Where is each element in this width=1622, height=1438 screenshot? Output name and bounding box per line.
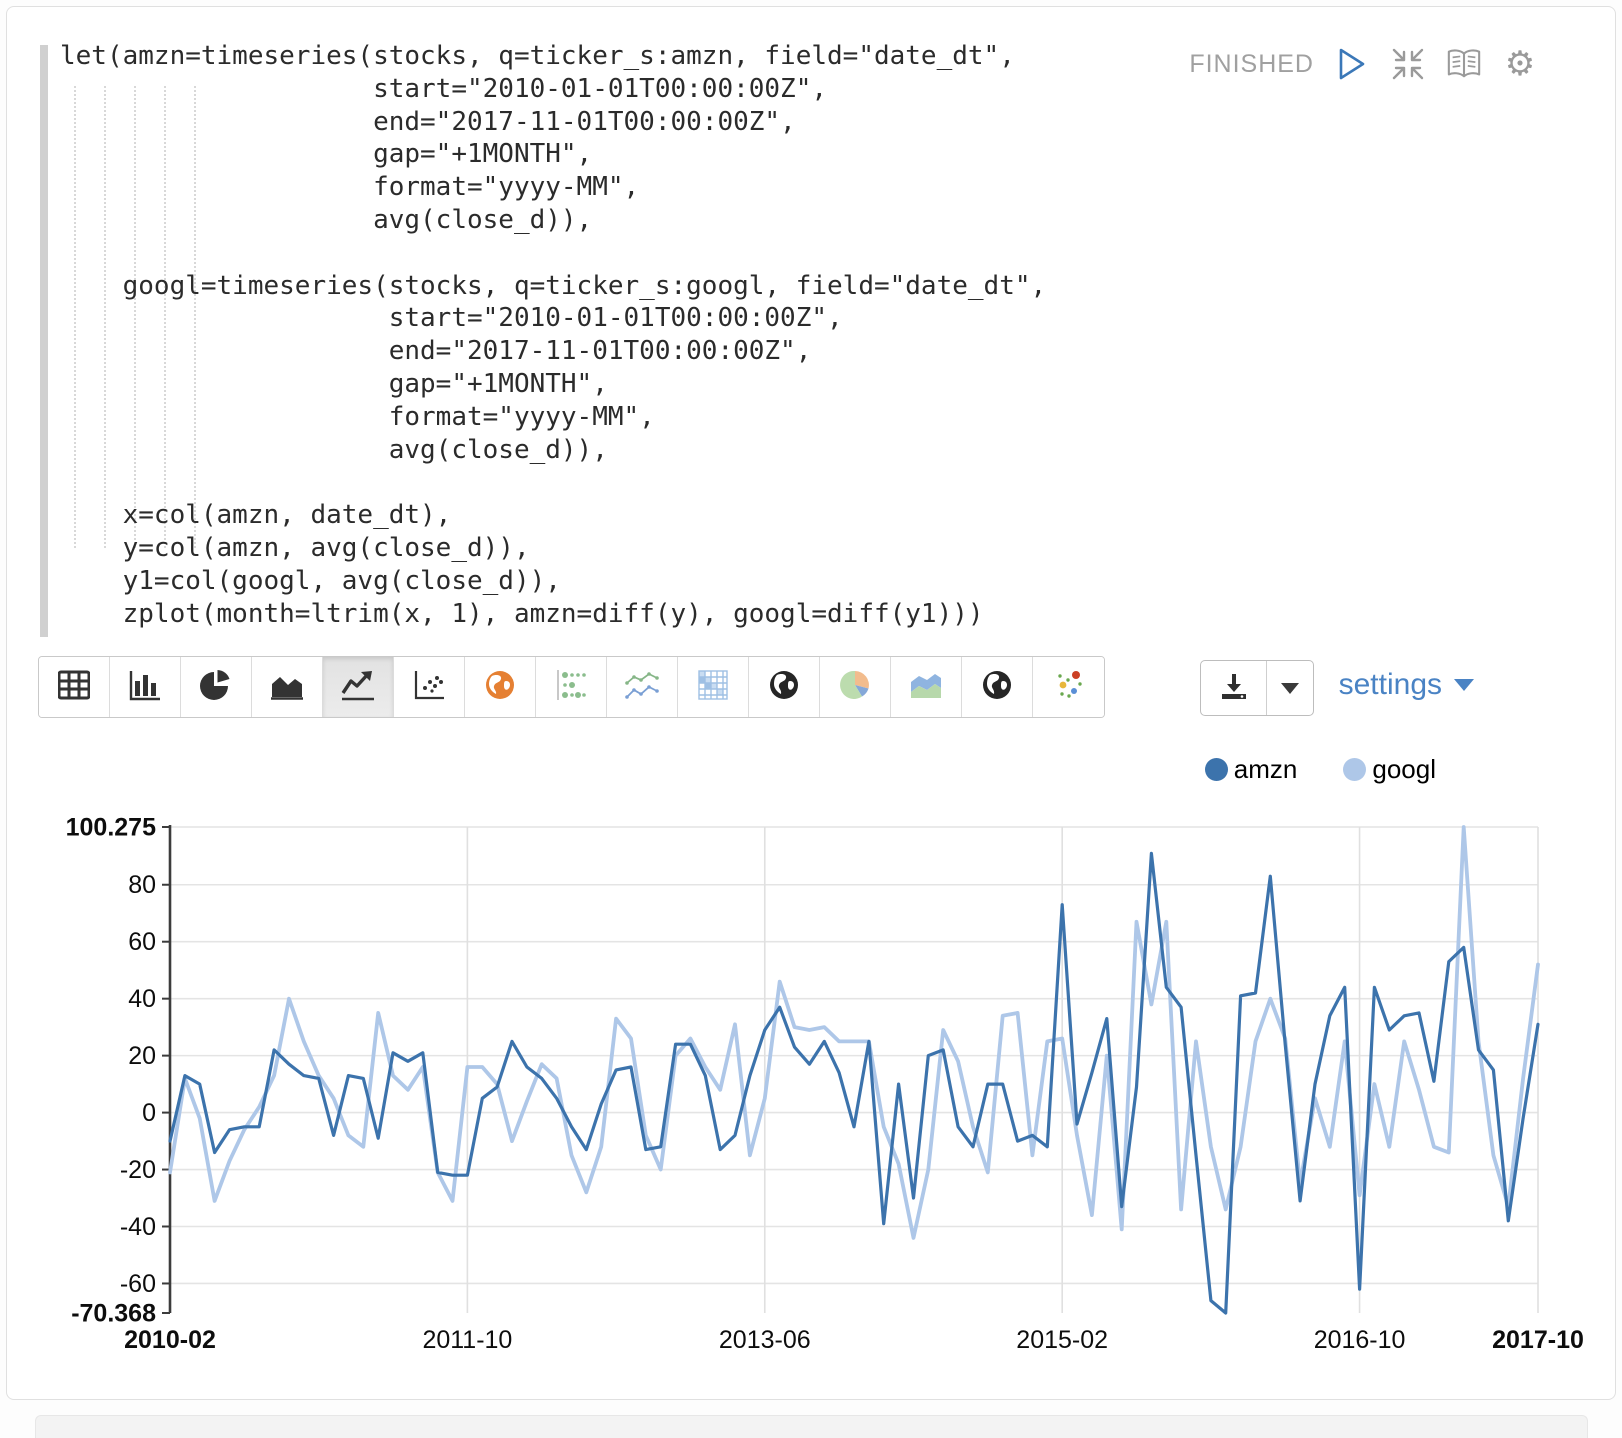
status-badge: FINISHED	[1189, 50, 1314, 79]
series-googl[interactable]	[170, 827, 1538, 1238]
download-group	[1200, 660, 1314, 716]
scatter-chart-icon	[413, 669, 445, 706]
scatter-chart-button[interactable]	[394, 657, 465, 717]
next-paragraph-edge[interactable]	[35, 1415, 1588, 1438]
book-icon[interactable]	[1446, 46, 1482, 82]
run-button[interactable]	[1334, 46, 1370, 82]
legend-item-amzn[interactable]: amzn	[1205, 754, 1298, 785]
pie-color-button[interactable]	[820, 657, 891, 717]
pie-chart-icon	[200, 669, 232, 706]
globe-dark-icon	[981, 669, 1013, 706]
y-tick-label: 80	[128, 871, 156, 899]
code-line: start="2010-01-01T00:00:00Z",	[60, 73, 1046, 106]
code-line: googl=timeseries(stocks, q=ticker_s:goog…	[60, 270, 1046, 303]
globe-dark-icon	[768, 669, 800, 706]
line-chart-icon	[341, 669, 375, 706]
y-tick-label: -60	[120, 1270, 156, 1298]
pie-chart-button[interactable]	[181, 657, 252, 717]
legend-item-googl[interactable]: googl	[1343, 754, 1436, 785]
globe-orange-icon	[484, 669, 516, 706]
bubble-scatter-icon	[1052, 668, 1086, 707]
x-tick-label: 2015-02	[1016, 1326, 1108, 1354]
multi-line-icon	[624, 669, 660, 706]
code-line: end="2017-11-01T00:00:00Z",	[60, 335, 1046, 368]
chevron-down-icon	[1281, 683, 1299, 694]
line-chart: 100.275 80 60 40 20 0 -20 -40 -60-70.3682010-02 2…	[0, 735, 1622, 1365]
globe-dark-1-button[interactable]	[749, 657, 820, 717]
download-button[interactable]	[1201, 661, 1267, 715]
code-line: avg(close_d)),	[60, 434, 1046, 467]
heatmap-icon	[697, 669, 729, 706]
y-tick-label: 0	[142, 1099, 156, 1127]
y-tick-label: 40	[128, 985, 156, 1013]
x-tick-label: 2017-10	[1492, 1326, 1584, 1354]
series-amzn[interactable]	[170, 853, 1538, 1313]
code-line: let(amzn=timeseries(stocks, q=ticker_s:a…	[60, 40, 1046, 73]
code-line: gap="+1MONTH",	[60, 138, 1046, 171]
download-icon	[1219, 671, 1249, 706]
code-line: format="yyyy-MM",	[60, 171, 1046, 204]
code-line: y=col(amzn, avg(close_d)),	[60, 532, 1046, 565]
table-button[interactable]	[39, 657, 110, 717]
legend-label: googl	[1372, 754, 1436, 785]
settings-button[interactable]: settings	[1339, 668, 1474, 702]
code-line: zplot(month=ltrim(x, 1), amzn=diff(y), g…	[60, 598, 1046, 631]
chart-type-toolbar	[38, 656, 1105, 718]
bar-chart-button[interactable]	[110, 657, 181, 717]
area-chart-icon	[270, 670, 304, 705]
y-tick-label: -70.368	[71, 1300, 156, 1328]
globe-dark-2-button[interactable]	[962, 657, 1033, 717]
line-chart-button[interactable]	[323, 657, 394, 717]
y-tick-label: 100.275	[66, 814, 156, 842]
stacked-area-button[interactable]	[891, 657, 962, 717]
bubble-scatter-button[interactable]	[1033, 657, 1104, 717]
x-tick-label: 2011-10	[422, 1326, 512, 1354]
dot-matrix-icon	[554, 669, 588, 706]
legend-label: amzn	[1234, 754, 1298, 785]
pie-color-icon	[838, 668, 872, 707]
chevron-down-icon	[1454, 679, 1474, 691]
table-icon	[58, 670, 90, 705]
code-line: avg(close_d)),	[60, 204, 1046, 237]
area-chart-button[interactable]	[252, 657, 323, 717]
bar-chart-icon	[129, 669, 161, 706]
x-tick-label: 2010-02	[124, 1326, 216, 1354]
editor-gutter	[40, 45, 48, 637]
x-tick-label: 2013-06	[719, 1326, 811, 1354]
code-line: end="2017-11-01T00:00:00Z",	[60, 106, 1046, 139]
code-line: format="yyyy-MM",	[60, 401, 1046, 434]
paragraph-controls: FINISHED ⚙	[1189, 46, 1538, 82]
chart-legend: amzn googl	[1205, 754, 1436, 785]
y-tick-label: 20	[128, 1042, 156, 1070]
gear-icon[interactable]: ⚙	[1502, 46, 1538, 82]
code-line: gap="+1MONTH",	[60, 368, 1046, 401]
legend-dot	[1343, 758, 1366, 781]
code-line: y1=col(googl, avg(close_d)),	[60, 565, 1046, 598]
heatmap-button[interactable]	[678, 657, 749, 717]
code-editor[interactable]: let(amzn=timeseries(stocks, q=ticker_s:a…	[60, 40, 1046, 630]
dot-matrix-button[interactable]	[536, 657, 607, 717]
code-line	[60, 466, 1046, 499]
code-line: start="2010-01-01T00:00:00Z",	[60, 302, 1046, 335]
code-line	[60, 237, 1046, 270]
y-tick-label: -40	[120, 1213, 156, 1241]
y-tick-label: -20	[120, 1156, 156, 1184]
download-caret-button[interactable]	[1267, 661, 1313, 715]
multi-line-button[interactable]	[607, 657, 678, 717]
globe-orange-button[interactable]	[465, 657, 536, 717]
stacked-area-icon	[909, 670, 943, 705]
legend-dot	[1205, 758, 1228, 781]
y-tick-label: 60	[128, 928, 156, 956]
code-line: x=col(amzn, date_dt),	[60, 499, 1046, 532]
shrink-icon[interactable]	[1390, 46, 1426, 82]
x-tick-label: 2016-10	[1314, 1326, 1406, 1354]
